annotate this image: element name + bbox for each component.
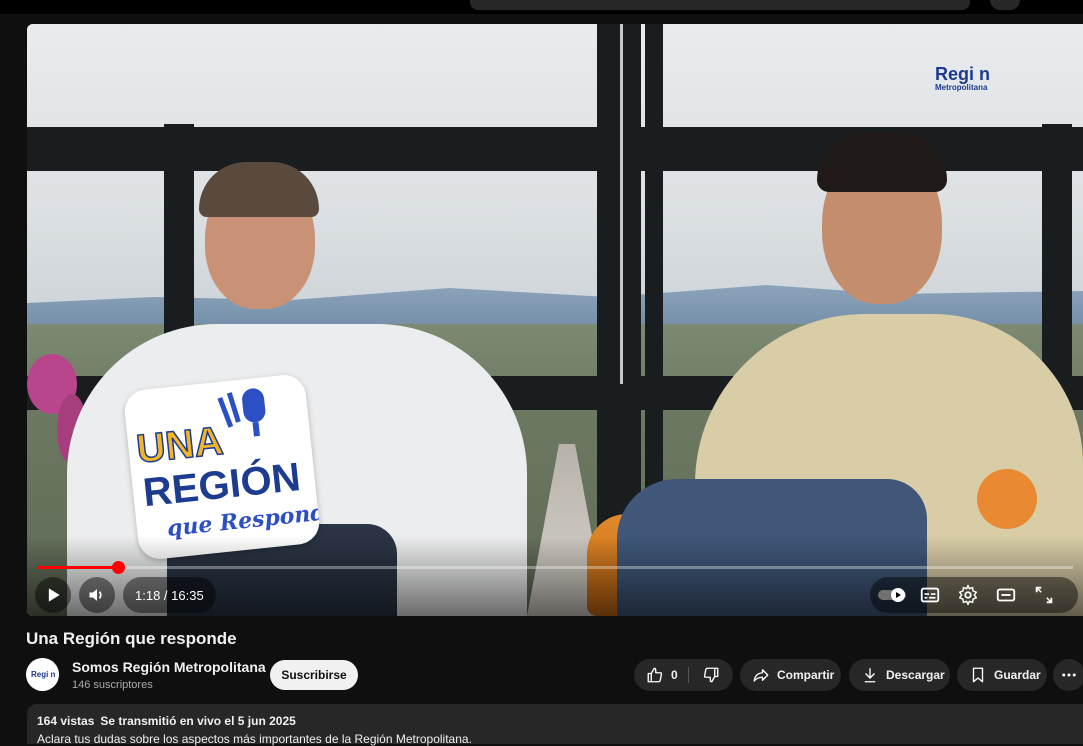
thumbs-down-icon xyxy=(703,667,719,683)
duration: 16:35 xyxy=(171,587,204,603)
save-button[interactable]: Guardar xyxy=(957,659,1047,691)
share-label: Compartir xyxy=(777,668,835,682)
region-metropolitana-watermark: Regi n Metropolitana xyxy=(933,62,1003,94)
dislike-button[interactable] xyxy=(689,659,733,691)
subscribe-button[interactable]: Suscribirse xyxy=(270,660,358,690)
download-label: Descargar xyxy=(886,668,945,682)
play-button[interactable] xyxy=(35,577,71,613)
progress-played xyxy=(37,566,119,569)
una-region-que-responde-logo: UNA REGIÓN que Responde xyxy=(122,372,322,562)
view-count: 164 vistas xyxy=(37,714,95,728)
time-display: 1:18 / 16:35 xyxy=(123,577,216,613)
download-button[interactable]: Descargar xyxy=(849,659,950,691)
theater-mode-button[interactable] xyxy=(994,583,1018,607)
description-box[interactable]: 164 vistas Se transmitió en vivo el 5 jun… xyxy=(27,704,1083,746)
progress-bar[interactable] xyxy=(37,561,1073,574)
autoplay-icon xyxy=(878,588,906,602)
settings-button[interactable] xyxy=(956,583,980,607)
save-label: Guardar xyxy=(994,668,1041,682)
watermark-line1: Regi n xyxy=(935,64,990,84)
fullscreen-icon xyxy=(1035,586,1053,604)
search-bar-edge[interactable] xyxy=(470,0,970,10)
autoplay-toggle[interactable] xyxy=(878,583,908,607)
thumbs-up-icon xyxy=(647,667,663,683)
subtitles-button[interactable] xyxy=(918,583,942,607)
subtitles-icon xyxy=(920,587,940,603)
video-player[interactable]: Regi n Metropolitana UNA REGIÓN que Resp… xyxy=(27,24,1083,616)
video-title: Una Región que responde xyxy=(26,629,237,648)
play-icon xyxy=(48,588,60,602)
like-dislike-group: 0 xyxy=(634,659,733,691)
avatar-text: Regi n xyxy=(31,670,56,679)
volume-icon xyxy=(89,589,102,601)
gear-icon xyxy=(958,584,978,606)
fullscreen-button[interactable] xyxy=(1032,583,1056,607)
description-meta: 164 vistas Se transmitió en vivo el 5 jun… xyxy=(37,714,302,728)
microphone-icon xyxy=(217,388,266,437)
top-button-edge[interactable] xyxy=(990,0,1020,10)
watermark-line2: Metropolitana xyxy=(935,83,988,92)
share-icon xyxy=(753,669,769,682)
like-button[interactable]: 0 xyxy=(634,659,678,691)
share-button[interactable]: Compartir xyxy=(740,659,841,691)
current-time: 1:18 xyxy=(135,587,161,603)
volume-button[interactable] xyxy=(79,577,115,613)
top-bar xyxy=(0,0,1083,14)
channel-avatar[interactable]: Regi n xyxy=(26,658,59,691)
subscriber-count: 146 suscriptores xyxy=(72,679,153,691)
more-horizontal-icon xyxy=(1062,673,1076,677)
bookmark-icon xyxy=(972,667,984,683)
more-actions-button[interactable] xyxy=(1053,659,1083,691)
time-separator: / xyxy=(160,587,172,603)
theater-icon xyxy=(996,588,1016,602)
download-icon xyxy=(864,668,876,683)
right-controls xyxy=(870,577,1078,613)
stream-date: Se transmitió en vivo el 5 jun 2025 xyxy=(100,714,296,728)
like-count: 0 xyxy=(671,668,678,682)
channel-name[interactable]: Somos Región Metropolitana xyxy=(72,659,266,675)
